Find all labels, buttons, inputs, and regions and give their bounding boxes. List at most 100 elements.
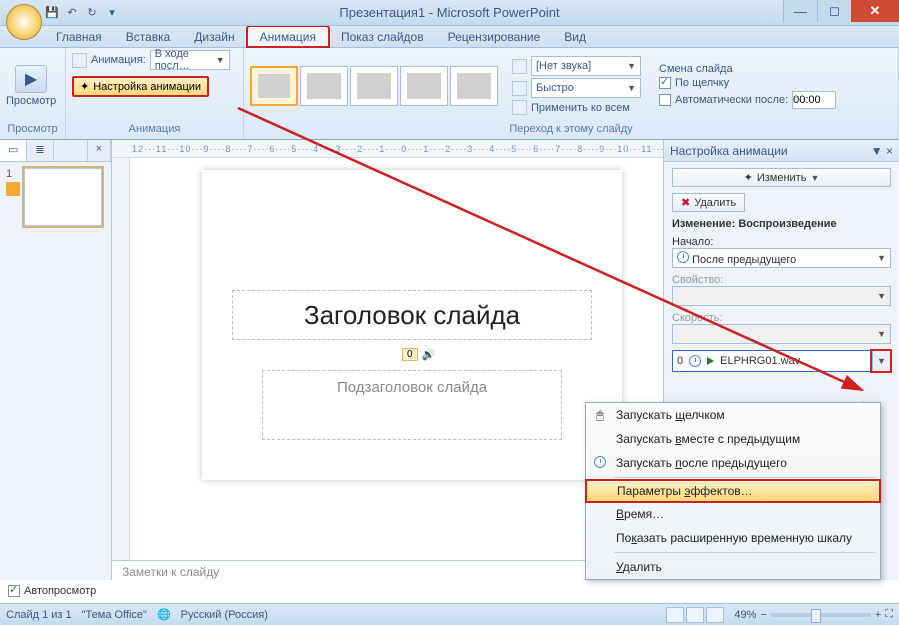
pane-tab-slides[interactable]: ▭ [0,140,27,161]
view-buttons [666,607,724,623]
ctx-show-timeline[interactable]: Показать расширенную временную шкалу [586,526,880,550]
star-icon: ✦ [744,171,753,184]
speed-icon [512,81,527,96]
ctx-start-after[interactable]: Запускать после предыдущего [586,451,880,475]
ctx-remove[interactable]: Удалить [586,555,880,579]
property-label: Свойство: [672,274,891,286]
view-normal[interactable] [666,607,684,623]
slide-title-text: Заголовок слайда [304,300,520,331]
tab-home[interactable]: Главная [44,27,114,47]
thumb-number: 1 [6,168,20,180]
effect-list-item[interactable]: 0 ELPHRG01.wav ▼ [672,350,891,372]
speed-value: Быстро [536,82,574,94]
auto-after-checkbox[interactable] [659,94,671,106]
pane-tabs: ▭ ≣ × [0,140,111,162]
zoom-slider[interactable] [771,613,871,617]
on-click-label: По щелчку [675,77,729,89]
slides-pane: ▭ ≣ × 1 [0,140,112,580]
change-effect-button[interactable]: ✦ Изменить ▼ [672,168,891,187]
start-label: Начало: [672,236,891,248]
qat-dropdown-icon[interactable]: ▾ [104,5,120,21]
transition-item[interactable] [450,66,498,106]
window-controls: — ◻ ✕ [783,0,899,22]
effect-dropdown-button[interactable]: ▼ [872,351,890,371]
animation-index-badge: 0 🔊 [402,348,435,361]
property-select: ▼ [672,286,891,306]
taskpane-title: Настройка анимации [670,144,788,158]
ctx-effect-options[interactable]: Параметры эффектов… [585,479,881,503]
undo-icon[interactable]: ↶ [64,5,80,21]
effect-name: ELPHRG01.wav [720,355,800,367]
close-button[interactable]: ✕ [851,0,899,22]
custom-animation-button[interactable]: ✦ Настройка анимации [72,76,209,97]
apply-all-button[interactable]: Применить ко всем [512,100,641,115]
pane-close-icon[interactable]: × [88,140,111,161]
start-select[interactable]: После предыдущего ▼ [672,248,891,268]
transition-gallery[interactable] [250,66,498,106]
thumbnail-item[interactable]: 1 [0,162,111,232]
on-click-checkbox[interactable] [659,77,671,89]
subtitle-placeholder[interactable]: Подзаголовок слайда [262,370,562,440]
animate-label: Анимация: [91,54,146,66]
preview-button[interactable]: ▶ Просмотр [6,65,56,107]
tab-animation[interactable]: Анимация [247,26,329,47]
transition-sound-select[interactable]: [Нет звука]▼ [531,56,641,76]
tab-slideshow[interactable]: Показ слайдов [329,27,436,47]
fit-icon[interactable]: ⛶ [885,608,893,621]
save-icon[interactable]: 💾 [44,5,60,21]
status-language[interactable]: Русский (Россия) [181,609,268,621]
title-placeholder[interactable]: Заголовок слайда [232,290,592,340]
taskpane-dropdown-icon[interactable]: ▼ [871,144,883,158]
autopreview-checkbox[interactable] [8,585,20,597]
transition-item[interactable] [350,66,398,106]
advance-title: Смена слайда [659,63,836,75]
dropdown-icon: ▼ [810,173,819,183]
animate-icon [72,53,87,68]
apply-all-label: Применить ко всем [531,102,630,114]
clock-icon [677,251,689,263]
custom-animation-label: Настройка анимации [93,81,201,93]
redo-icon[interactable]: ↻ [84,5,100,21]
tab-view[interactable]: Вид [552,27,598,47]
transition-item[interactable] [300,66,348,106]
tab-review[interactable]: Рецензирование [436,27,553,47]
ctx-start-click[interactable]: 🖱Запускать щелчком [586,403,880,427]
transition-speed-select[interactable]: Быстро▼ [531,78,641,98]
ctx-timing[interactable]: Время… [586,502,880,526]
zoom-value[interactable]: 49% [734,609,756,621]
window-title: Презентация1 - Microsoft PowerPoint [339,5,559,20]
transition-item[interactable] [400,66,448,106]
office-button[interactable] [6,4,42,40]
transition-none[interactable] [250,66,298,106]
view-sorter[interactable] [686,607,704,623]
view-slideshow[interactable] [706,607,724,623]
pane-tab-outline[interactable]: ≣ [27,140,53,161]
slide[interactable]: Заголовок слайда 0 🔊 Подзаголовок слайда [202,170,622,480]
ctx-start-with[interactable]: Запускать вместе с предыдущим [586,427,880,451]
group-preview-label: Просмотр [6,121,59,137]
auto-after-label: Автоматически после: [675,94,788,106]
play-icon [707,357,714,365]
animate-value: В ходе посл… [155,48,216,72]
start-value: После предыдущего [692,254,796,266]
change-label: Изменить [757,172,807,184]
effect-index: 0 [677,355,683,367]
animate-select[interactable]: В ходе посл…▼ [150,50,230,70]
delete-effect-button[interactable]: ✖ Удалить [672,193,745,212]
notes-pane[interactable]: Заметки к слайду [112,560,663,584]
zoom-in-icon[interactable]: + [875,609,881,621]
slide-subtitle-text: Подзаголовок слайда [337,379,487,396]
slide-thumbnail[interactable] [24,168,102,226]
maximize-button[interactable]: ◻ [817,0,851,22]
separator [614,552,876,553]
auto-after-time[interactable] [792,91,836,109]
tab-design[interactable]: Дизайн [182,27,246,47]
ruler-horizontal: 12···11···10···9····8····7····6····5····… [112,140,663,158]
minimize-button[interactable]: — [783,0,817,22]
zoom-out-icon[interactable]: − [760,609,766,621]
taskpane-close-icon[interactable]: × [886,144,893,158]
group-animation-label: Анимация [72,121,237,137]
status-theme: "Тема Office" [82,609,147,621]
tab-insert[interactable]: Вставка [114,27,183,47]
clock-icon [594,456,606,468]
